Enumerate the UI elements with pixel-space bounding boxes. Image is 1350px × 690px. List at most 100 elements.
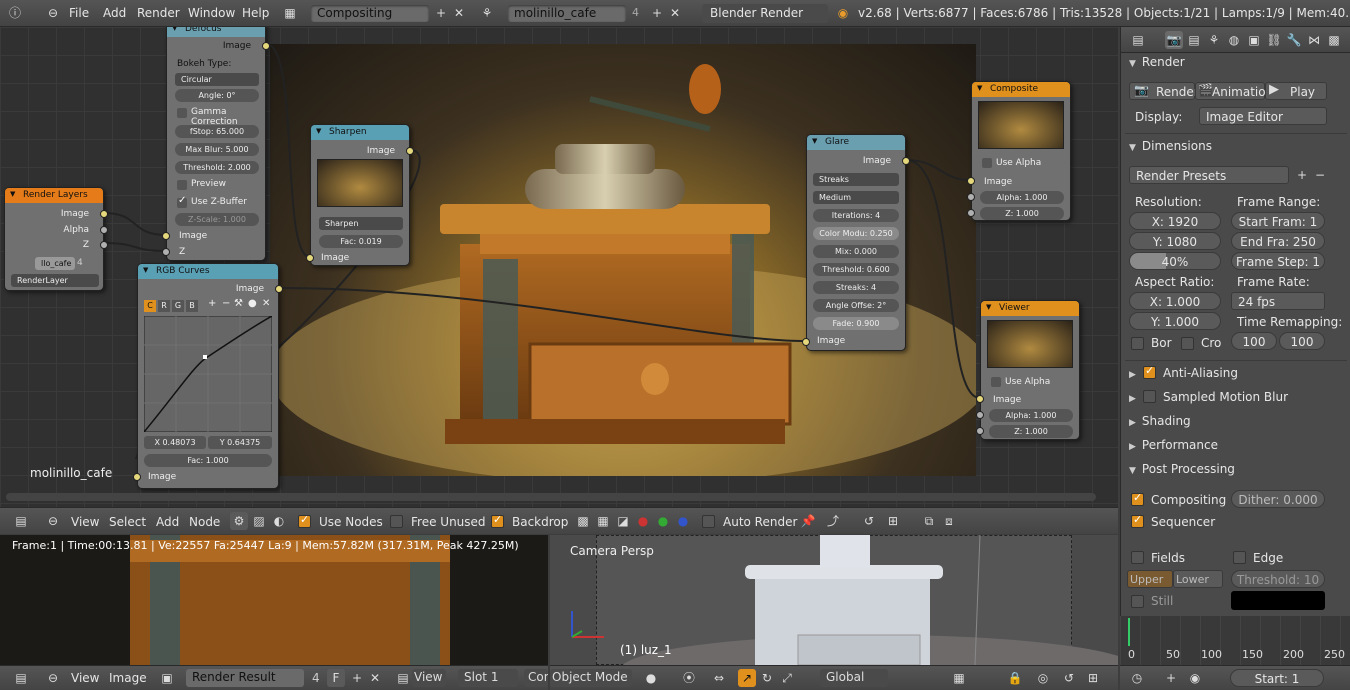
bokeh-type-select[interactable]: Circular: [175, 73, 259, 86]
render-layer-select[interactable]: Com: [524, 669, 548, 687]
editor-type-icon[interactable]: ▤: [12, 512, 30, 530]
image-collapse-icon[interactable]: ⊖: [44, 669, 62, 687]
rl-scene-field[interactable]: llo_cafe: [35, 257, 75, 270]
sharpen-output-socket[interactable]: [406, 147, 414, 155]
delete-screen-icon[interactable]: ✕: [450, 4, 468, 22]
dimensions-panel-header[interactable]: ▼ Dimensions: [1129, 139, 1212, 153]
add-screen-icon[interactable]: +: [432, 4, 450, 22]
remap-old-field[interactable]: 100: [1231, 332, 1277, 350]
image-editor-type-icon[interactable]: ▤: [12, 669, 30, 687]
sequencer-checkbox[interactable]: [1131, 513, 1144, 528]
info-icon[interactable]: ⓘ: [6, 4, 24, 22]
curves-zoom-in-icon[interactable]: +: [208, 298, 216, 309]
object-mode-select[interactable]: Object Mode: [550, 669, 632, 687]
motion-blur-checkbox[interactable]: [1143, 390, 1156, 403]
aspect-x-field[interactable]: X: 1.000: [1129, 292, 1221, 310]
red-channel-icon[interactable]: ●: [634, 512, 652, 530]
modifiers-tab-icon[interactable]: 🔧: [1285, 31, 1303, 49]
composite-header[interactable]: Composite: [972, 82, 1070, 97]
curves-tab-g[interactable]: G: [172, 300, 184, 312]
menu-window[interactable]: Window: [188, 6, 235, 20]
curves-tools-icon[interactable]: ⚒: [234, 298, 243, 309]
render-presets-select[interactable]: Render Presets: [1129, 166, 1289, 184]
rgb-curves-node[interactable]: RGB Curves Image C R G B + − ⚒ ● ✕ X 0.4…: [133, 263, 283, 489]
fake-user-button[interactable]: F: [327, 669, 345, 687]
composite-input-socket[interactable]: [967, 177, 975, 185]
render-preview-icon[interactable]: ⊞: [1084, 669, 1102, 687]
parent-tree-icon[interactable]: ⤴: [824, 512, 842, 530]
3d-viewport[interactable]: Camera Persp (1) luz_1: [550, 535, 1118, 665]
sharpen-fac-field[interactable]: Fac: 0.019: [319, 235, 403, 248]
curve-graph[interactable]: [144, 316, 272, 432]
crop-checkbox[interactable]: [1181, 337, 1194, 350]
sharpen-header[interactable]: Sharpen: [311, 125, 409, 140]
material-tab-icon[interactable]: ▩: [1325, 31, 1343, 49]
menu-help[interactable]: Help: [242, 6, 269, 20]
use-zbuffer-checkbox[interactable]: [177, 195, 187, 208]
viewer-z-socket[interactable]: [976, 427, 984, 435]
antialiasing-panel-header[interactable]: ▶: [1129, 366, 1142, 380]
sharpen-node[interactable]: Sharpen Image Sharpen Fac: 0.019 Image: [306, 124, 414, 266]
rl-layer-select[interactable]: RenderLayer: [11, 274, 99, 287]
scene-tab-icon[interactable]: ⚘: [1205, 31, 1223, 49]
shader-nodes-icon[interactable]: ⚙: [230, 512, 248, 530]
compositing-checkbox[interactable]: [1131, 491, 1144, 506]
viewer-node[interactable]: Viewer Use Alpha Image Alpha: 1.000 Z: 1…: [976, 300, 1080, 440]
menu-file[interactable]: File: [69, 6, 89, 20]
view-mode-icon[interactable]: ▤: [394, 669, 412, 687]
edge-color-swatch[interactable]: [1231, 591, 1325, 610]
curves-tab-b[interactable]: B: [186, 300, 198, 312]
free-unused-checkbox[interactable]: [390, 515, 403, 528]
composite-z-socket[interactable]: [967, 209, 975, 217]
glare-threshold-field[interactable]: Threshold: 0.600: [813, 263, 899, 276]
composite-alpha-field[interactable]: Alpha: 1.000: [980, 191, 1064, 204]
curves-tab-c[interactable]: C: [144, 300, 156, 312]
defocus-output-socket[interactable]: [262, 42, 270, 50]
texture-nodes-icon[interactable]: ◐: [270, 512, 288, 530]
curves-tab-r[interactable]: R: [158, 300, 170, 312]
unlink-image-icon[interactable]: ✕: [366, 669, 384, 687]
start-frame-field[interactable]: Start Fram: 1: [1231, 212, 1325, 230]
snap-icon[interactable]: ↺: [860, 512, 878, 530]
glare-iterations-field[interactable]: Iterations: 4: [813, 209, 899, 222]
defocus-node[interactable]: Defocus Image Bokeh Type: Circular Angle…: [162, 27, 270, 261]
world-tab-icon[interactable]: ◍: [1225, 31, 1243, 49]
remove-preset-icon[interactable]: −: [1311, 166, 1329, 184]
timeline[interactable]: 0 50 100 150 200 250: [1120, 616, 1350, 666]
glare-output-socket[interactable]: [902, 157, 910, 165]
viewer-header[interactable]: Viewer: [981, 301, 1079, 316]
menu-render[interactable]: Render: [137, 6, 180, 20]
remap-new-field[interactable]: 100: [1279, 332, 1325, 350]
menu-add[interactable]: Add: [103, 6, 126, 20]
scene-icon[interactable]: ⚘: [478, 4, 496, 22]
render-layers-node[interactable]: Render Layers Image Alpha Z llo_cafe 4 R…: [4, 187, 108, 291]
border-checkbox[interactable]: [1131, 337, 1144, 350]
paste-nodes-icon[interactable]: ⧈: [940, 512, 958, 530]
backdrop-rgba-icon[interactable]: ▩: [574, 512, 592, 530]
shading-panel-header[interactable]: ▶ Shading: [1129, 414, 1191, 428]
viewer-alpha-socket[interactable]: [976, 411, 984, 419]
composite-node[interactable]: Composite Use Alpha Image Alpha: 1.000 Z…: [967, 81, 1071, 221]
scene-name-field[interactable]: molinillo_cafe: [508, 5, 626, 22]
screen-name-field[interactable]: Compositing: [311, 5, 429, 22]
image-menu-image[interactable]: Image: [109, 671, 147, 685]
curves-zoom-out-icon[interactable]: −: [222, 298, 230, 309]
curves-x-field[interactable]: X 0.48073: [144, 436, 206, 449]
render-layers-tab-icon[interactable]: ▤: [1185, 31, 1203, 49]
proportional-edit-icon[interactable]: ◎: [1034, 669, 1052, 687]
render-engine-select[interactable]: Blender Render: [702, 4, 828, 23]
edge-checkbox[interactable]: [1233, 551, 1246, 564]
use-nodes-checkbox[interactable]: [298, 513, 311, 528]
backdrop-checkbox[interactable]: [491, 513, 504, 528]
shading-mode-icon[interactable]: ●: [642, 669, 660, 687]
snap-3d-icon[interactable]: ↺: [1060, 669, 1078, 687]
viewer-use-alpha-checkbox[interactable]: [991, 377, 1001, 387]
fields-checkbox[interactable]: [1131, 551, 1144, 564]
collapse-menu-icon[interactable]: ⊖: [44, 4, 62, 22]
node-editor[interactable]: Defocus Image Bokeh Type: Circular Angle…: [0, 27, 1118, 507]
rl-image-socket[interactable]: [100, 210, 108, 218]
glare-mix-field[interactable]: Mix: 0.000: [813, 245, 899, 258]
pivot-icon[interactable]: ⦿: [680, 669, 698, 687]
glare-streaks-field[interactable]: Streaks: 4: [813, 281, 899, 294]
view-select[interactable]: View: [412, 669, 446, 687]
